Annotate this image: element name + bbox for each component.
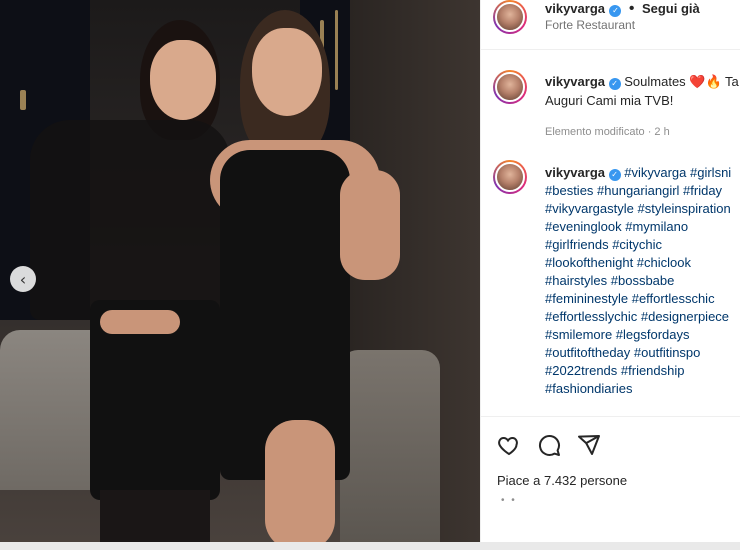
comment-icon[interactable] [537, 433, 561, 457]
hashtag-line[interactable]: #femininestyle #effortlesschic [545, 290, 731, 308]
chevron-left-icon: ‹ [19, 269, 27, 289]
comment-avatar[interactable] [493, 160, 527, 194]
follow-status-button[interactable]: Segui già [642, 1, 700, 16]
caption-username[interactable]: vikyvarga [545, 74, 605, 89]
hashtag-line[interactable]: #eveninglook #mymilano [545, 218, 731, 236]
hashtag-line[interactable]: #vikyvarga #girlsni [624, 165, 731, 180]
hashtag-line[interactable]: #2022trends #friendship [545, 362, 731, 380]
hashtag-line[interactable]: #hairstyles #bossbabe [545, 272, 731, 290]
hashtag-line[interactable]: #besties #hungariangirl #friday [545, 182, 731, 200]
caption-meta: Elemento modificato · 2 h [545, 126, 670, 138]
header-separator: • [628, 0, 635, 17]
hashtag-line[interactable]: #smilemore #legsfordays [545, 326, 731, 344]
hashtag-line[interactable]: #lookofthenight #chiclook [545, 254, 731, 272]
hashtag-line[interactable]: #outfitoftheday #outfitinspo [545, 344, 731, 362]
likes-count[interactable]: Piace a 7.432 persone [497, 473, 627, 488]
bottom-scrollbar[interactable] [0, 542, 740, 550]
avatar[interactable] [493, 0, 527, 34]
comment-username[interactable]: vikyvarga [545, 165, 605, 180]
hashtag-line[interactable]: #effortlesslychic #designerpiece [545, 308, 731, 326]
post-header: vikyvarga ✓ • Segui già Forte Restaurant [481, 0, 740, 50]
post-actions: Piace a 7.432 persone • • [481, 416, 740, 550]
heart-icon[interactable] [497, 433, 521, 457]
hashtag-line[interactable]: #girlfriends #citychic [545, 236, 731, 254]
location-link[interactable]: Forte Restaurant [545, 18, 635, 32]
header-username[interactable]: vikyvarga [545, 1, 605, 16]
caption-text: Soulmates ❤️🔥 Ta [624, 74, 739, 89]
post-sidebar: vikyvarga ✓ • Segui già Forte Restaurant… [480, 0, 740, 550]
hashtag-line[interactable]: #vikyvargastyle #styleinspiration [545, 200, 731, 218]
caption-avatar[interactable] [493, 70, 527, 104]
share-icon[interactable] [577, 433, 601, 457]
post-photo[interactable]: ‹ [0, 0, 480, 550]
verified-badge-icon: ✓ [608, 169, 621, 181]
carousel-prev-button[interactable]: ‹ [10, 266, 36, 292]
hashtag-line[interactable]: #fashiondiaries [545, 380, 731, 398]
more-indicator: • • [501, 495, 517, 506]
verified-badge-icon: ✓ [608, 78, 621, 90]
verified-badge-icon: ✓ [609, 5, 622, 17]
caption-text-line2: Auguri Cami mia TVB! [545, 93, 674, 108]
